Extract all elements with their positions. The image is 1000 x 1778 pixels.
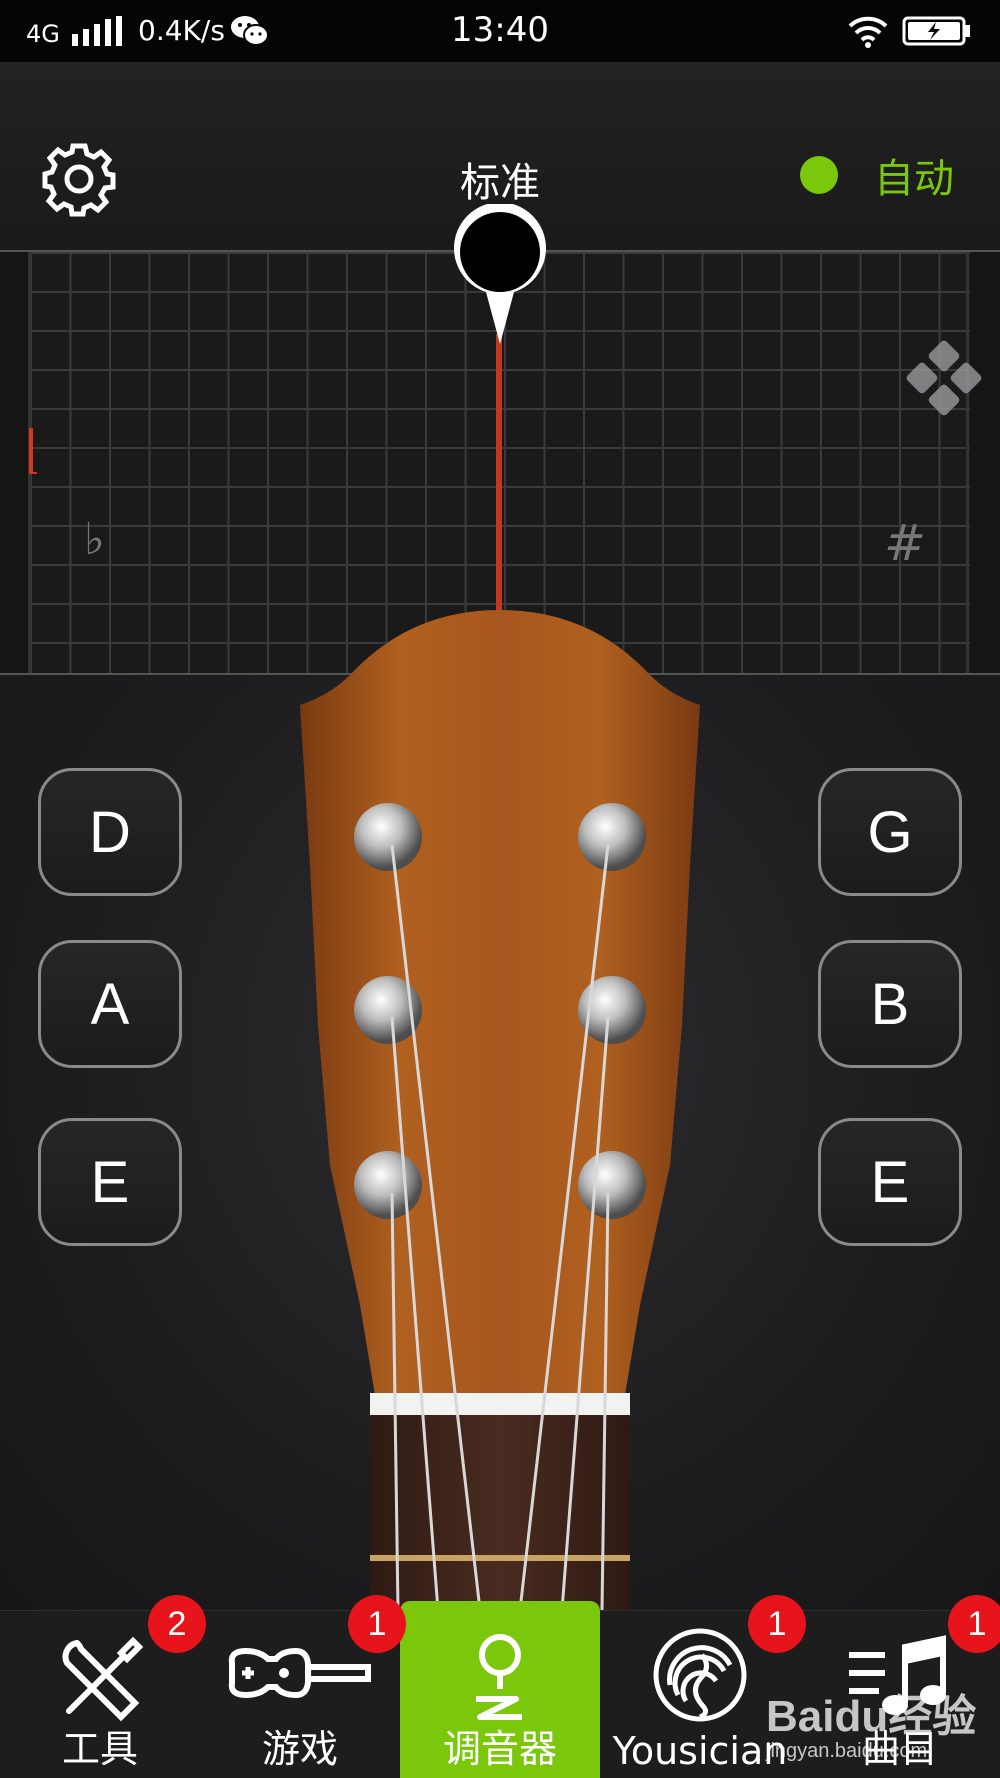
guitar-headstock-image [300, 610, 700, 1610]
string-button-high-e[interactable]: E [818, 1118, 962, 1246]
auto-mode-label: 自动 [874, 156, 954, 202]
yousician-fingerprint-icon [653, 1628, 747, 1722]
auto-mode-toggle[interactable]: 自动 [800, 150, 954, 202]
sharp-symbol: # [884, 514, 926, 572]
flat-range-marker [29, 428, 37, 474]
baidu-jingyan-watermark: Baidu经验 jingyan.baidu.com [762, 1680, 1000, 1778]
string-button-g[interactable]: G [818, 768, 962, 896]
watermark-url: jingyan.baidu.com [766, 1740, 928, 1762]
tuner-needle-pin [454, 204, 546, 344]
tuner-pin-icon [476, 1634, 522, 1720]
string-button-low-e[interactable]: E [38, 1118, 182, 1246]
flat-symbol: ♭ [84, 514, 105, 565]
string-button-a[interactable]: A [38, 940, 182, 1068]
games-notification-badge: 1 [348, 1595, 406, 1653]
tools-icon [62, 1636, 144, 1722]
watermark-brand: Baidu经验 [766, 1692, 977, 1741]
tab-label: 游戏 [261, 1727, 338, 1771]
tab-label: 工具 [61, 1727, 138, 1771]
string-button-d[interactable]: D [38, 768, 182, 896]
auto-status-dot [800, 156, 838, 194]
wifi-icon [848, 16, 888, 48]
yousician-notification-badge: 1 [748, 1595, 806, 1653]
tab-label: 调音器 [442, 1727, 557, 1771]
status-bar: 4G 0.4K/s 13:40 [0, 0, 1000, 62]
tab-tuner[interactable]: 调音器 [400, 1601, 600, 1778]
tools-notification-badge: 2 [148, 1595, 206, 1653]
grid-right-edge [966, 252, 969, 673]
songs-notification-badge: 1 [948, 1595, 1000, 1653]
string-button-b[interactable]: B [818, 940, 962, 1068]
guitar-game-icon [228, 1647, 371, 1699]
diamond-grid-icon[interactable] [898, 336, 990, 428]
battery-charging-icon [902, 16, 970, 46]
